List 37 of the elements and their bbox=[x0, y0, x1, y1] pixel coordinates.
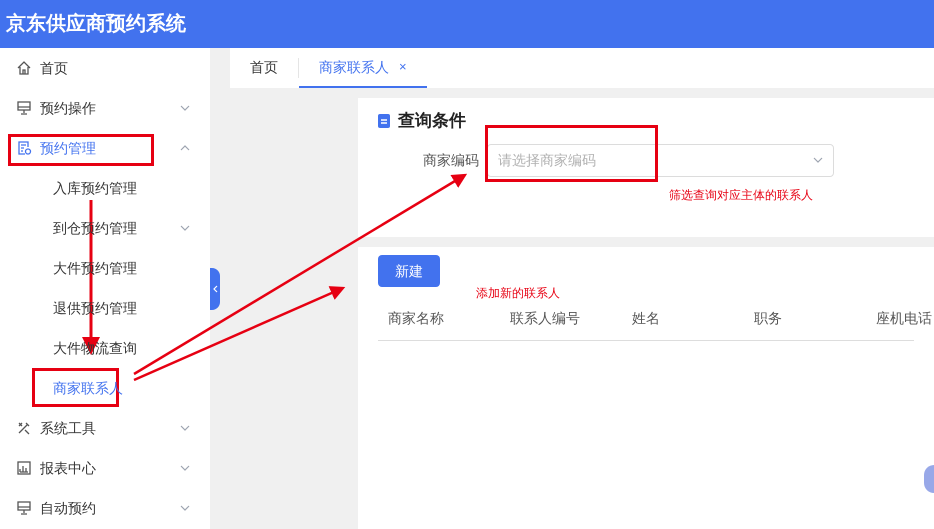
close-tab-button[interactable]: × bbox=[399, 57, 407, 77]
receipt-icon bbox=[378, 114, 390, 128]
column-header: 座机电话 bbox=[876, 310, 932, 326]
sidebar-item[interactable]: 首页 bbox=[0, 48, 210, 88]
column-header: 姓名 bbox=[632, 310, 660, 326]
column-header: 联系人编号 bbox=[510, 310, 580, 326]
column-header: 商家名称 bbox=[388, 310, 444, 326]
sidebar-item[interactable]: 预约管理 bbox=[0, 128, 210, 168]
chevron-down-icon bbox=[180, 465, 190, 471]
monitor-icon bbox=[16, 100, 32, 116]
column-header: 职务 bbox=[754, 310, 782, 326]
sidebar-item[interactable]: 自动预约 bbox=[0, 488, 210, 528]
submenu-item[interactable]: 入库预约管理 bbox=[0, 168, 210, 208]
chevron-up-icon bbox=[180, 145, 190, 151]
sidebar-item[interactable]: 报表中心 bbox=[0, 448, 210, 488]
chevron-down-icon bbox=[813, 157, 823, 163]
chart-icon bbox=[16, 460, 32, 476]
annotation-note: 筛选查询对应主体的联系人 bbox=[669, 187, 813, 204]
collapse-handle[interactable] bbox=[210, 268, 220, 310]
tab[interactable]: 商家联系人 × bbox=[299, 48, 427, 88]
tab[interactable]: 首页 bbox=[230, 48, 298, 88]
annotation-note: 添加新的联系人 bbox=[476, 285, 560, 302]
monitor-icon bbox=[16, 500, 32, 516]
sidebar-item[interactable]: 预约操作 bbox=[0, 88, 210, 128]
new-button[interactable]: 新建 bbox=[378, 255, 440, 287]
home-icon bbox=[16, 60, 32, 76]
tools-icon bbox=[16, 420, 32, 436]
chevron-down-icon bbox=[180, 425, 190, 431]
chevron-down-icon bbox=[180, 505, 190, 511]
chevron-down-icon bbox=[180, 105, 190, 111]
app-title: 京东供应商预约系统 bbox=[6, 12, 186, 37]
sidebar-item[interactable]: 系统工具 bbox=[0, 408, 210, 448]
document-icon bbox=[16, 140, 32, 156]
section-title: 查询条件 bbox=[398, 110, 466, 132]
chevron-left-icon bbox=[212, 284, 218, 292]
field-label: 商家编码 bbox=[423, 150, 479, 170]
chevron-down-icon bbox=[180, 225, 190, 231]
